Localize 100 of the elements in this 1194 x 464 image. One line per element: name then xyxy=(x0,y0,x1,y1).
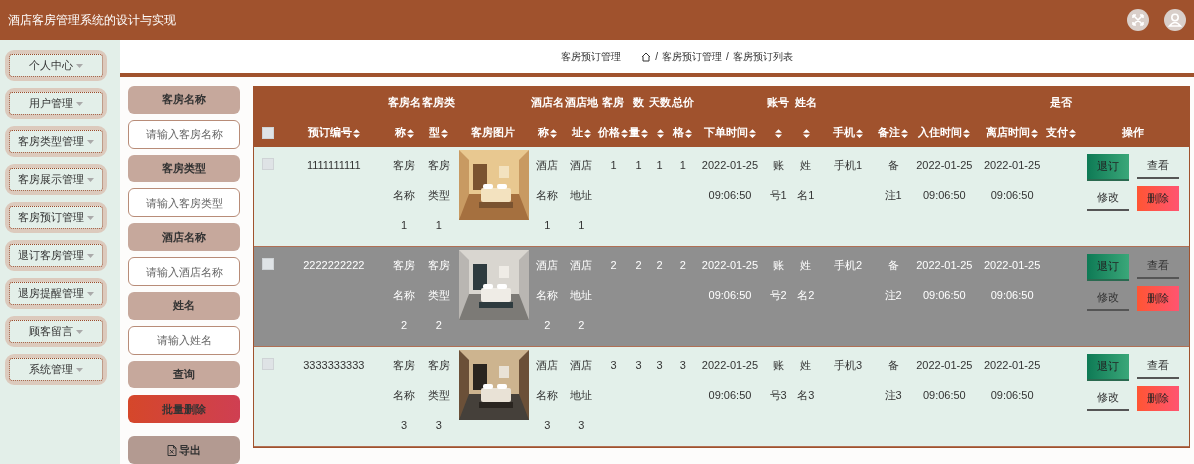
caret-icon xyxy=(76,63,83,68)
table-cell: 2 xyxy=(670,246,695,347)
delete-button[interactable]: 删除 xyxy=(1136,386,1179,411)
column-header[interactable]: 姓名 xyxy=(791,87,821,147)
column-header[interactable]: 总价格 xyxy=(670,87,695,147)
sidebar-item[interactable]: 客房展示管理 xyxy=(5,164,107,195)
breadcrumb-separator: / xyxy=(655,51,658,62)
table-cell: 账号1 xyxy=(765,147,792,247)
query-button[interactable]: 查询 xyxy=(128,360,240,389)
table-row[interactable]: 1111111111 客房名称1 客房类型1 酒店名称1 酒店地址1 1 1 1 1 2022-01-25 09:06:50 账号1 姓名1 手机1 备注1 2022-01-25 09:06:50 2022-01-25 09:06:50 退订 查看 修改 删除 xyxy=(254,147,1189,247)
home-icon[interactable] xyxy=(641,51,652,62)
table-cell: 酒店地址3 xyxy=(564,346,599,447)
column-header[interactable]: 是否支付 xyxy=(1046,87,1077,147)
table-cell: 账号2 xyxy=(765,246,792,347)
column-header[interactable]: 数量 xyxy=(628,87,649,147)
row-checkbox[interactable] xyxy=(261,358,274,370)
sort-icon[interactable] xyxy=(441,128,449,138)
delete-button[interactable]: 删除 xyxy=(1136,186,1179,211)
table-cell: 3 xyxy=(648,346,671,447)
table-cell: 备注2 xyxy=(875,246,911,347)
cancel-booking-button[interactable]: 退订 xyxy=(1086,254,1129,279)
fullscreen-icon[interactable] xyxy=(1127,9,1149,31)
table-cell: 2 xyxy=(648,246,671,347)
sort-icon[interactable] xyxy=(802,128,810,138)
table-cell: 账号3 xyxy=(765,346,792,447)
export-button[interactable]: 导出 xyxy=(128,436,240,464)
column-header[interactable]: 手机 xyxy=(820,87,876,147)
table-row[interactable]: 2222222222 客房名称2 客房类型2 酒店名称2 酒店地址2 2 2 2 2 2022-01-25 09:06:50 账号2 姓名2 手机2 备注2 2022-01-25 09:06:50 2022-01-25 09:06:50 退订 查看 修改 删除 xyxy=(254,246,1189,347)
table-row[interactable]: 3333333333 客房名称3 客房类型3 酒店名称3 酒店地址3 3 3 3 3 2022-01-25 09:06:50 账号3 姓名3 手机3 备注3 2022-01-25 09:06:50 2022-01-25 09:06:50 退订 查看 修改 删除 xyxy=(254,346,1189,447)
column-header[interactable]: 酒店地址 xyxy=(564,87,599,147)
column-header[interactable]: 酒店名称 xyxy=(530,87,565,147)
column-header[interactable]: 客房名称 xyxy=(386,87,422,147)
cancel-booking-button[interactable]: 退订 xyxy=(1086,354,1129,379)
cancel-booking-button[interactable]: 退订 xyxy=(1086,154,1129,179)
table-cell: 2022-01-25 09:06:50 xyxy=(978,246,1047,347)
column-header[interactable]: 离店时间 xyxy=(978,87,1047,147)
table-cell: 2022-01-25 09:06:50 xyxy=(694,147,766,247)
table-cell: 客房类型1 xyxy=(421,147,456,247)
text-button[interactable]: 查看 xyxy=(1136,254,1179,279)
sort-icon[interactable] xyxy=(775,128,783,138)
search-field[interactable]: 请输入客房名称 xyxy=(128,119,240,149)
sort-icon[interactable] xyxy=(963,128,971,138)
table-cell: 姓名1 xyxy=(791,147,821,247)
sort-icon[interactable] xyxy=(583,128,591,138)
sort-icon[interactable] xyxy=(1031,128,1039,138)
select-all-checkbox[interactable] xyxy=(261,127,274,140)
column-header[interactable]: 客房价格 xyxy=(598,87,629,147)
table-cell: 客房名称1 xyxy=(386,147,422,247)
table-cell: 3333333333 xyxy=(281,346,387,447)
sidebar-item[interactable]: 退订客房管理 xyxy=(5,240,107,271)
sidebar-item[interactable]: 客房预订管理 xyxy=(5,202,107,233)
table-cell: 2022-01-25 09:06:50 xyxy=(694,246,766,347)
search-field[interactable]: 请输入酒店名称 xyxy=(128,257,240,286)
search-field[interactable]: 请输入姓名 xyxy=(128,325,240,355)
text-button[interactable]: 查看 xyxy=(1136,154,1179,179)
batch-delete-button[interactable]: 批量删除 xyxy=(128,395,240,424)
sort-icon[interactable] xyxy=(855,128,863,138)
page-title: 客房预订管理 xyxy=(561,49,622,64)
search-field[interactable]: 请输入客房类型 xyxy=(128,188,240,218)
table-cell: 手机2 xyxy=(820,246,876,347)
text-button[interactable]: 查看 xyxy=(1136,354,1179,379)
sort-icon[interactable] xyxy=(352,128,360,138)
delete-button[interactable]: 删除 xyxy=(1136,286,1179,311)
caret-icon xyxy=(87,253,94,258)
table-cell: 手机1 xyxy=(820,147,876,247)
column-header[interactable]: 入住时间 xyxy=(910,87,978,147)
table-cell: 客房类型3 xyxy=(421,346,456,447)
column-header[interactable]: 下单时间 xyxy=(694,87,766,147)
column-header[interactable]: 预订编号 xyxy=(281,87,387,147)
table-cell: 2 xyxy=(628,246,649,347)
row-checkbox[interactable] xyxy=(261,158,274,170)
row-checkbox[interactable] xyxy=(261,258,274,270)
table-cell: 1 xyxy=(670,147,695,247)
sidebar-item[interactable]: 系统管理 xyxy=(5,354,107,385)
table-cell: 酒店名称3 xyxy=(530,346,565,447)
sidebar-item[interactable]: 个人中心 xyxy=(5,50,107,81)
sort-icon[interactable] xyxy=(549,128,557,138)
table-cell: 客房名称2 xyxy=(386,246,422,347)
sort-icon[interactable] xyxy=(748,128,756,138)
text-button[interactable]: 修改 xyxy=(1086,186,1129,211)
text-button[interactable]: 修改 xyxy=(1086,386,1129,411)
table-cell: 2022-01-25 09:06:50 xyxy=(978,346,1047,447)
table-cell: 3 xyxy=(670,346,695,447)
field-label: 姓名 xyxy=(128,291,240,320)
breadcrumb-link[interactable]: 客房预订列表 xyxy=(732,49,793,64)
column-header[interactable]: 客房类型 xyxy=(421,87,456,147)
caret-icon xyxy=(87,215,94,220)
column-header[interactable]: 账号 xyxy=(765,87,792,147)
text-button[interactable]: 修改 xyxy=(1086,286,1129,311)
sort-icon[interactable] xyxy=(406,128,414,138)
sidebar-item[interactable]: 用户管理 xyxy=(5,88,107,119)
breadcrumb-link[interactable]: 客房预订管理 xyxy=(662,49,722,64)
sidebar-item[interactable]: 客房类型管理 xyxy=(5,126,107,157)
sidebar-item[interactable]: 顾客留言 xyxy=(5,316,107,347)
column-header[interactable]: 天数 xyxy=(648,87,671,147)
sidebar-item[interactable]: 退房提醒管理 xyxy=(5,278,107,309)
sort-icon[interactable] xyxy=(656,128,664,138)
table-cell: 客房类型2 xyxy=(421,246,456,347)
user-icon[interactable] xyxy=(1164,9,1186,31)
column-header[interactable]: 备注 xyxy=(875,87,911,147)
